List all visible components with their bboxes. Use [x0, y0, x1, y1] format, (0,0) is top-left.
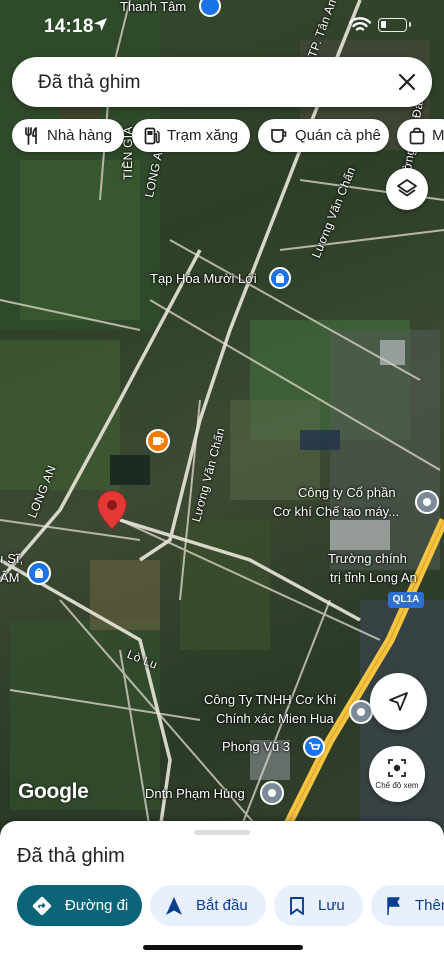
battery-level [381, 21, 386, 28]
status-bar: 14:18 [0, 0, 444, 52]
navigation-arrow-icon [166, 896, 182, 915]
layers-icon [397, 179, 417, 197]
action-label: Bắt đầu [196, 897, 248, 914]
action-label: Lưu [318, 897, 345, 914]
dropped-pin-icon[interactable] [96, 489, 128, 531]
battery-nub [409, 22, 411, 27]
location-services-icon [94, 18, 107, 31]
chip-gas-stations[interactable]: Trạm xăng [132, 119, 250, 152]
shopping-poi-icon-left[interactable] [26, 560, 52, 586]
restaurant-icon [25, 126, 37, 145]
chip-label: Quán cà phê [295, 127, 381, 144]
chip-label: Trạm xăng [167, 127, 239, 144]
poi-label-si-lam[interactable]: ı Sĩ, [0, 551, 23, 567]
poi-label-line: Trường chính [328, 551, 407, 566]
start-button[interactable]: Bắt đầu [150, 885, 266, 926]
view-mode-label: Chế độ xem [375, 781, 419, 790]
search-query[interactable]: Đã thả ghim [38, 72, 140, 94]
action-label: Thêm [415, 897, 444, 914]
poi-label-truong-chinh-tri[interactable]: Trường chính [328, 551, 407, 567]
highway-shield-ql1a: QL1A [388, 592, 424, 608]
poi-label-co-khi-che-tao[interactable]: Cơ khí Chế tạo máy... [273, 504, 399, 520]
category-chips: Nhà hàng Trạm xăng Quán cà phê M [0, 119, 444, 153]
my-location-button[interactable] [370, 673, 427, 730]
poi-label-line: Công ty Cổ phần [298, 485, 396, 500]
coffee-icon [271, 128, 287, 143]
chip-label: Nhà hàng [47, 127, 113, 144]
place-bottom-sheet[interactable]: Đã thả ghim Đường đi Bắt đầu Lưu Thêm [0, 821, 444, 960]
gray-poi-icon-3[interactable] [259, 780, 285, 806]
google-attribution: Google [18, 780, 89, 803]
layers-button[interactable] [386, 168, 428, 210]
shopping-poi-icon[interactable] [268, 266, 292, 290]
action-label: Đường đi [65, 897, 129, 914]
gray-poi-icon[interactable] [414, 489, 440, 515]
location-arrow-icon [389, 692, 408, 711]
maps-screen: Thanh Tâm TIỀN GIA LONG AN TP. Tân An Đư… [0, 0, 444, 960]
flag-icon [387, 896, 400, 915]
more-button[interactable]: Thêm [371, 885, 444, 926]
bookmark-icon [290, 896, 304, 915]
shopping-bag-icon [409, 127, 425, 144]
sheet-drag-handle[interactable] [194, 830, 250, 835]
view-mode-icon [388, 759, 406, 777]
poi-label-cong-ty-tnhh[interactable]: Công Ty TNHH Cơ Khí [204, 692, 336, 708]
directions-icon [32, 896, 52, 915]
poi-label-phong-vu[interactable]: Phong Vũ 3 [222, 739, 290, 755]
chip-restaurants[interactable]: Nhà hàng [12, 119, 124, 152]
chip-shopping[interactable]: M [397, 119, 444, 152]
chip-coffee[interactable]: Quán cà phê [258, 119, 389, 152]
poi-label-chinh-xac[interactable]: Chính xác Mien Hua [216, 711, 334, 727]
battery-icon [378, 18, 411, 32]
poi-label-tinh-long-an[interactable]: trị tỉnh Long An [330, 570, 417, 586]
coffee-poi-icon[interactable] [145, 428, 171, 454]
poi-label-lam[interactable]: ÂM [0, 570, 20, 586]
directions-button[interactable]: Đường đi [17, 885, 142, 926]
view-mode-button[interactable]: Chế độ xem [369, 746, 425, 802]
chip-label: M [432, 127, 444, 144]
shopping-cart-poi-icon[interactable] [302, 735, 326, 759]
place-title: Đã thả ghim [17, 845, 125, 867]
close-icon[interactable] [395, 70, 419, 94]
status-time: 14:18 [44, 16, 94, 37]
wifi-icon [349, 17, 371, 31]
search-bar[interactable]: Đã thả ghim [12, 57, 432, 107]
save-button[interactable]: Lưu [274, 885, 363, 926]
home-indicator[interactable] [143, 945, 303, 950]
poi-label-cong-ty-co-phan[interactable]: Công ty Cổ phần [298, 485, 396, 501]
poi-label-dntn-pham-hung[interactable]: Dntn Phạm Hùng [145, 786, 245, 802]
poi-label-tap-hoa[interactable]: Tạp Hóa Mười Lới [150, 271, 257, 287]
gas-station-icon [144, 127, 160, 144]
